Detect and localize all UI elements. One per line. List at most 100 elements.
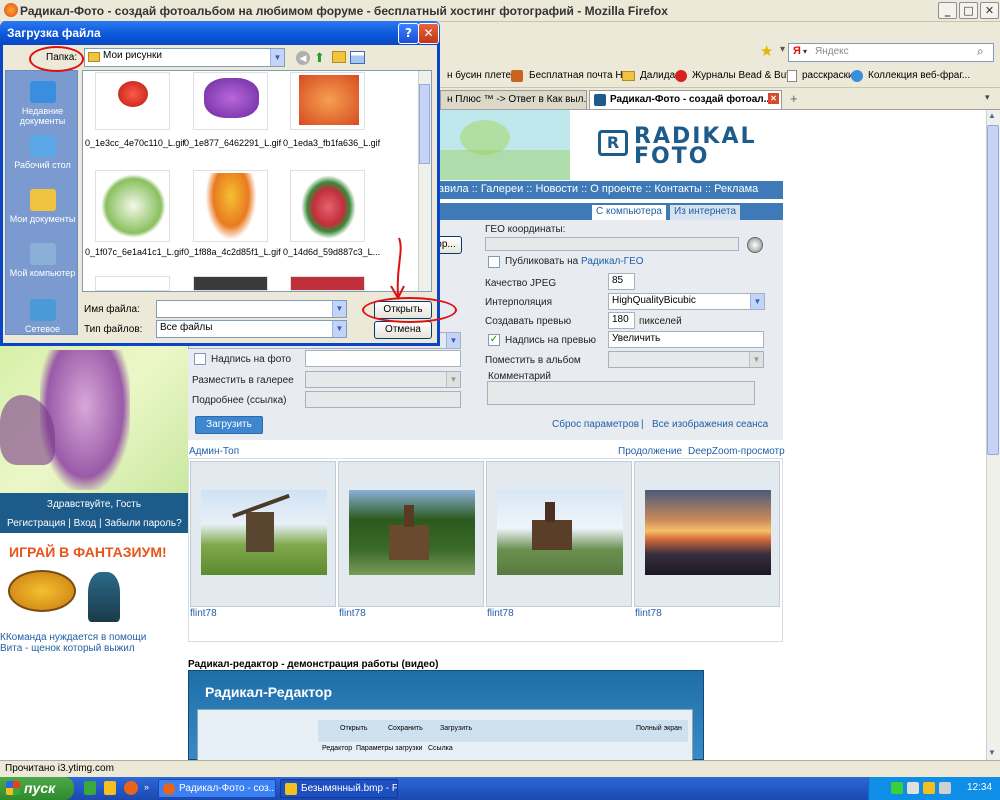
up-folder-icon[interactable]: ⬆ [314,50,325,66]
register-link[interactable]: Регистрация [7,518,65,529]
quicklaunch-icon[interactable] [84,781,96,795]
place-recent[interactable]: Недавние документы [6,81,79,126]
photo-thumbnail[interactable] [190,461,336,607]
tab-forum[interactable]: н Плюс ™ -> Ответ в Как выл... [440,90,587,109]
photo-author-link[interactable]: flint78 [339,608,366,619]
back-icon[interactable]: ◀ [296,51,310,65]
file-name[interactable]: 0_1e877_6462291_L.gif [184,138,281,148]
bookmark-item[interactable]: расскраски [802,70,854,81]
cancel-button[interactable]: Отмена [374,321,432,339]
file-thumbnail[interactable] [95,170,170,242]
news-link[interactable]: Вита - щенок который выжил [0,643,135,654]
preview-caption-checkbox[interactable]: ✓ [488,334,500,346]
clock[interactable]: 12:34 [967,782,992,793]
file-name[interactable]: 0_1f88a_4c2d85f1_L.gif [184,247,281,257]
quicklaunch-expand-icon[interactable]: » [144,782,149,792]
photo-thumbnail[interactable] [634,461,780,607]
chevron-down-icon[interactable]: ▼ [750,294,764,309]
bookmark-item[interactable]: Бесплатная почта Н... [529,70,631,81]
scroll-down-icon[interactable]: ▼ [988,748,996,757]
file-thumbnail[interactable] [193,72,268,130]
chevron-down-icon[interactable]: ▼ [332,321,346,337]
chevron-down-icon[interactable]: ▼ [332,301,346,317]
upload-button[interactable]: Загрузить [195,416,263,434]
geo-input[interactable] [485,237,739,251]
windmill-photo[interactable] [201,490,327,575]
file-thumbnail[interactable] [95,72,170,130]
chapel-photo[interactable] [497,490,623,575]
history-dropdown-icon[interactable]: ▾ [780,44,785,55]
church-photo[interactable] [349,490,475,575]
comment-textarea[interactable] [487,381,755,405]
sunset-photo[interactable] [645,490,771,575]
video-player[interactable]: Радикал-Редактор Открыть Сохранить Загру… [188,670,704,761]
photo-author-link[interactable]: flint78 [635,608,662,619]
search-icon[interactable]: ⌕ [977,44,984,59]
file-name[interactable]: 0_1f07c_6e1a41c1_L.gif [85,247,184,257]
place-desktop[interactable]: Рабочий стол [6,135,79,170]
taskbar-item-paint[interactable]: Безымянный.bmp - Р... [280,779,398,798]
photo-author-link[interactable]: flint78 [190,608,217,619]
tray-icon[interactable] [907,782,919,794]
reset-link[interactable]: Сброс параметров [552,419,639,430]
file-list-scroll-thumb[interactable] [419,84,430,164]
filename-input[interactable]: ▼ [156,300,347,318]
place-network[interactable]: Сетевое [6,299,79,334]
tray-icon[interactable] [891,782,903,794]
file-thumbnail[interactable] [290,276,365,291]
chevron-down-icon[interactable]: ▼ [446,372,460,387]
place-my-computer[interactable]: Мой компьютер [6,243,79,278]
filetype-select[interactable]: Все файлы ▼ [156,320,347,338]
bookmark-item[interactable]: Журналы Bead & But... [692,70,797,81]
news-link[interactable]: ККоманда нуждается в помощи [0,632,146,643]
tab-close-icon[interactable]: ✕ [768,93,779,104]
maximize-button[interactable]: □ [959,2,978,19]
jpeg-quality-input[interactable]: 85 [608,273,635,290]
tab-from-internet[interactable]: Из интернета [670,205,741,220]
game-character-image[interactable] [88,572,120,622]
file-name[interactable]: 0_1eda3_fb1fa636_L.gif [283,138,380,148]
chevron-down-icon[interactable]: ▼ [749,352,763,367]
site-logo[interactable]: R RADIKAL FOTO [570,110,785,180]
file-thumbnail[interactable] [193,276,268,291]
preview-size-input[interactable]: 180 [608,312,635,329]
promo-title[interactable]: ИГРАЙ В ФАНТАЗИУМ! [9,544,167,560]
fantazium-logo[interactable] [8,570,76,612]
radikal-geo-link[interactable]: Радикал-ГЕО [581,256,644,267]
folder-select[interactable]: Мои рисунки ▼ [84,48,285,67]
photo-author-link[interactable]: flint78 [487,608,514,619]
help-button[interactable]: ? [398,23,419,44]
preview-caption-input[interactable]: Увеличить [608,331,764,348]
volume-icon[interactable] [939,782,951,794]
chevron-down-icon[interactable]: ▼ [446,333,460,348]
continue-link[interactable]: Продолжение [618,446,682,457]
publish-geo-checkbox[interactable] [488,256,500,268]
tab-list-icon[interactable]: ▾ [985,92,990,103]
new-tab-icon[interactable]: + [790,91,798,106]
file-thumbnail[interactable] [290,170,365,242]
file-name[interactable]: 0_1e3cc_4e70c110_L.gif [85,138,185,148]
chevron-down-icon[interactable]: ▼ [270,49,284,66]
search-placeholder[interactable]: Яндекс [815,46,849,57]
new-folder-icon[interactable] [332,51,346,63]
file-thumbnail[interactable] [290,72,365,130]
tab-radikal[interactable]: Радикал-Фото - создай фотоал... ✕ [589,90,782,109]
file-thumbnail[interactable] [95,276,170,291]
gallery-select[interactable]: ▼ [305,371,461,388]
dialog-close-button[interactable]: ✕ [418,23,439,44]
interpolation-select[interactable]: HighQualityBicubic ▼ [608,293,765,310]
engine-dropdown-icon[interactable]: ▾ [803,47,807,56]
tab-from-computer[interactable]: С компьютера [592,205,666,220]
album-select[interactable]: ▼ [608,351,764,368]
site-nav-links[interactable]: авила :: Галереи :: Новости :: О проекте… [438,183,758,195]
view-menu-icon[interactable] [350,51,365,64]
admin-top-link[interactable]: Админ-Топ [189,446,239,457]
session-images-link[interactable]: Все изображения сеанса [652,419,768,430]
photo-caption-checkbox[interactable] [194,353,206,365]
photo-thumbnail[interactable] [486,461,632,607]
bookmark-item[interactable]: Далида [640,70,675,81]
photo-thumbnail[interactable] [338,461,484,607]
scroll-up-icon[interactable]: ▲ [988,111,996,120]
forgot-password-link[interactable]: Забыли пароль? [104,518,181,529]
bookmark-item[interactable]: н бусин плете... [447,70,519,81]
